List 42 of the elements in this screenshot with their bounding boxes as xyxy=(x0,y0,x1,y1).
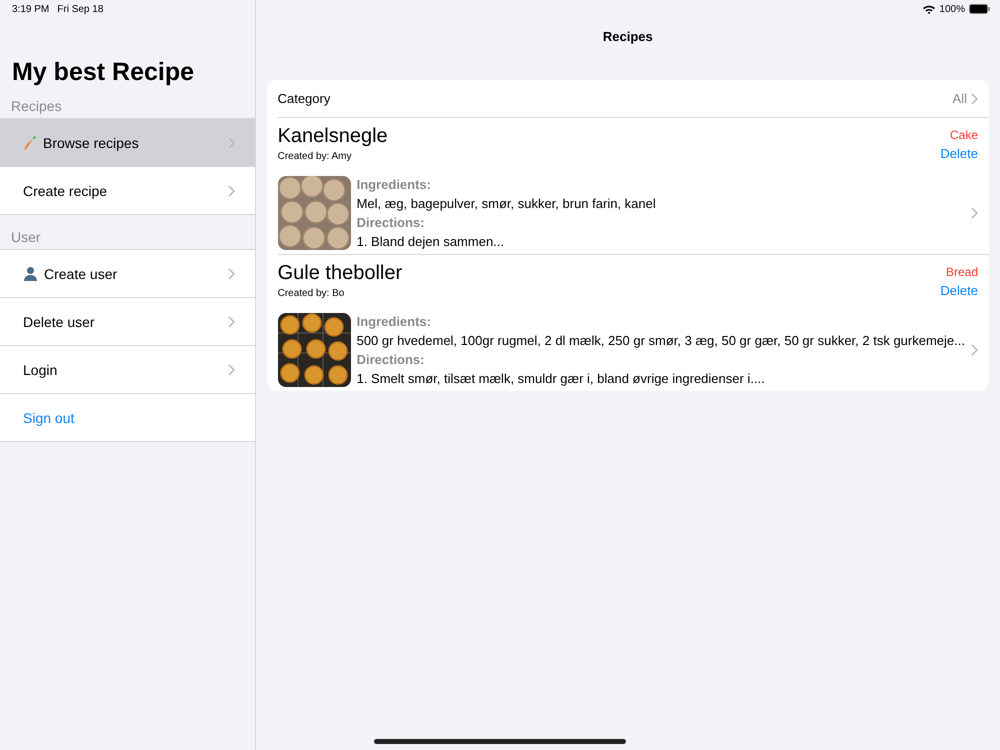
battery-percent: 100% xyxy=(939,4,965,14)
directions-text: 1. Smelt smør, tilsæt mælk, smuldr gær i, bland øvrige ingredienser i.... xyxy=(356,370,766,387)
category-filter[interactable]: Category All xyxy=(278,80,989,118)
chevron-icon xyxy=(971,207,978,219)
recipe-category: Bread xyxy=(946,265,978,279)
directions-label: Directions: xyxy=(356,351,426,368)
recipe-name: Kanelsnegle xyxy=(278,124,388,148)
ingredients-text: 500 gr hvedemel, 100gr rugmel, 2 dl mælk, 250 gr smør, 3 æg, 50 gr gær, 50 gr sukker, 2 tsk gurkemeje... xyxy=(356,332,965,349)
sidebar-item[interactable]: Browse recipes xyxy=(0,119,255,167)
nav-title: Recipes xyxy=(602,28,654,46)
person-icon xyxy=(23,266,38,281)
sidebar-item[interactable]: Delete user xyxy=(0,298,255,346)
chevron-icon xyxy=(228,136,235,148)
ingredients-label: Ingredients: xyxy=(356,313,432,330)
ingredients-text: Mel, æg, bagepulver, smør, sukker, brun farin, kanel xyxy=(356,195,657,212)
chevron-icon xyxy=(971,92,978,104)
sidebar-item[interactable]: Sign out xyxy=(0,394,255,442)
status-time: 3:19 PM xyxy=(12,4,50,14)
sidebar-item[interactable]: Login xyxy=(0,346,255,394)
delete-button[interactable]: Delete xyxy=(940,283,978,298)
ingredients-label: Ingredients: xyxy=(356,176,432,193)
chevron-icon xyxy=(228,316,235,328)
chevron-icon xyxy=(228,364,235,376)
delete-button[interactable]: Delete xyxy=(940,146,978,161)
section-header: Recipes xyxy=(11,98,63,114)
battery-icon xyxy=(969,4,990,14)
sidebar-item[interactable]: Create recipe xyxy=(0,167,255,215)
status-date: Fri Sep 18 xyxy=(57,4,104,14)
sidebar-item[interactable]: Create user xyxy=(0,250,255,298)
chevron-icon xyxy=(228,184,235,196)
carrot-icon xyxy=(23,134,37,150)
chevron-icon xyxy=(228,268,235,280)
directions-text: 1. Bland dejen sammen... xyxy=(356,233,506,250)
directions-label: Directions: xyxy=(356,214,426,231)
app-title: My best Recipe xyxy=(12,57,196,88)
section-header: User xyxy=(11,229,42,245)
recipe-creator: Created by: Amy xyxy=(278,151,353,162)
chevron-icon xyxy=(971,344,978,356)
recipe-creator: Created by: Bo xyxy=(278,288,346,299)
wifi-icon xyxy=(923,4,936,14)
recipe-category: Cake xyxy=(950,128,978,142)
recipe-name: Gule theboller xyxy=(278,261,402,285)
